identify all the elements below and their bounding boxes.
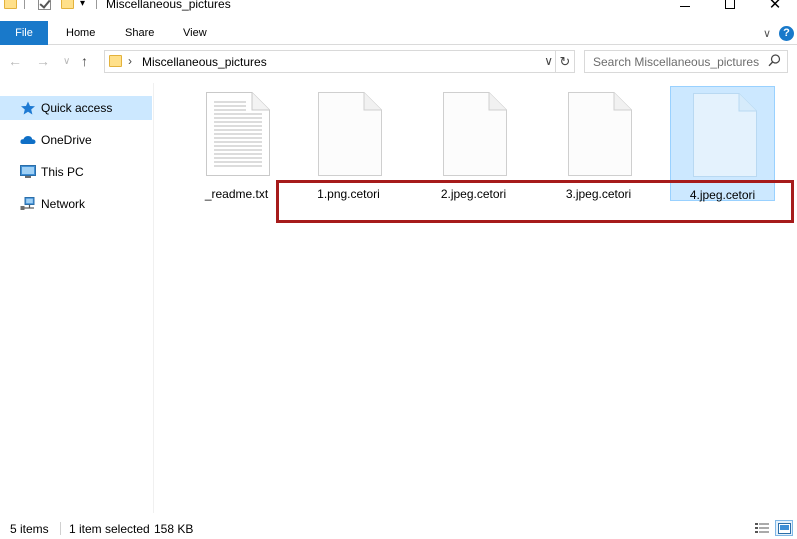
close-button[interactable]: ✕ [752, 0, 797, 14]
blank-file-icon [568, 92, 632, 176]
title-bar: ▾ Miscellaneous_pictures ✕ [0, 0, 797, 14]
search-icon[interactable] [768, 54, 781, 67]
window-title: Miscellaneous_pictures [106, 0, 231, 11]
maximize-icon [725, 0, 735, 9]
status-separator [60, 522, 61, 535]
back-button[interactable]: ← [8, 53, 22, 69]
tab-view[interactable]: View [183, 21, 207, 45]
nav-item-label: OneDrive [41, 133, 92, 147]
close-icon: ✕ [768, 0, 782, 13]
nav-item-label: Quick access [41, 101, 113, 115]
cloud-icon [20, 136, 36, 144]
text-document-icon [206, 92, 270, 176]
blank-file-icon [318, 92, 382, 176]
breadcrumb[interactable]: Miscellaneous_pictures [142, 55, 267, 69]
forward-button[interactable]: → [36, 53, 50, 69]
properties-check-icon[interactable] [38, 0, 51, 12]
file-name: _readme.txt [204, 187, 269, 201]
large-icons-view-icon [777, 522, 791, 534]
status-selection: 1 item selected [69, 522, 150, 536]
nav-item-label: This PC [41, 165, 84, 179]
file-item-readme[interactable]: _readme.txt [184, 86, 289, 201]
nav-item-this-pc[interactable]: This PC [0, 160, 152, 184]
folder-icon [109, 55, 122, 67]
separator [24, 0, 25, 12]
nav-item-label: Network [41, 197, 86, 211]
expand-ribbon-icon[interactable]: ∨ [763, 27, 771, 40]
tab-share[interactable]: Share [125, 21, 154, 45]
customize-quick-access-icon[interactable]: ▾ [80, 0, 85, 12]
maximize-button[interactable] [707, 0, 753, 14]
separator [96, 0, 97, 12]
navigation-pane: Quick access OneDrive This PC Network [0, 83, 154, 513]
minimize-icon [680, 5, 690, 7]
blank-file-icon [443, 92, 507, 176]
nav-item-network[interactable]: Network [0, 192, 152, 216]
breadcrumb-chevron-icon[interactable]: › [128, 54, 132, 68]
tab-file[interactable]: File [0, 21, 48, 45]
nav-item-quick-access[interactable]: Quick access [0, 96, 152, 120]
star-icon [21, 101, 35, 115]
address-dropdown-icon[interactable]: ∨ [544, 54, 553, 68]
file-list: _readme.txt 1.png.cetori 2.jpeg.cetori 3… [155, 83, 797, 513]
large-icons-view-button[interactable] [775, 520, 793, 536]
folder-icon [4, 0, 17, 12]
details-view-icon [755, 523, 769, 533]
recent-locations-icon[interactable]: ∨ [63, 56, 70, 67]
address-row: ← → ∨ ↑ › Miscellaneous_pictures ∨ ↻ [0, 47, 797, 77]
minimize-button[interactable] [662, 0, 708, 14]
refresh-icon[interactable]: ↻ [555, 51, 574, 72]
network-icon [20, 197, 35, 210]
status-size: 158 KB [154, 522, 194, 536]
blank-file-icon [693, 93, 757, 177]
help-icon[interactable]: ? [779, 25, 794, 41]
search-box[interactable] [584, 50, 788, 73]
ribbon: File Home Share View ∨ ? [0, 21, 797, 45]
nav-item-onedrive[interactable]: OneDrive [0, 128, 152, 152]
status-item-count: 5 items [10, 522, 49, 536]
computer-icon [20, 165, 36, 178]
new-folder-icon[interactable] [61, 0, 74, 12]
search-input[interactable] [585, 51, 765, 72]
tab-home[interactable]: Home [66, 21, 95, 45]
address-bar[interactable]: › Miscellaneous_pictures ∨ ↻ [104, 50, 575, 73]
up-button[interactable]: ↑ [81, 53, 88, 69]
status-bar: 5 items 1 item selected 158 KB [0, 517, 797, 539]
highlight-annotation [276, 180, 794, 223]
details-view-button[interactable] [753, 520, 771, 536]
